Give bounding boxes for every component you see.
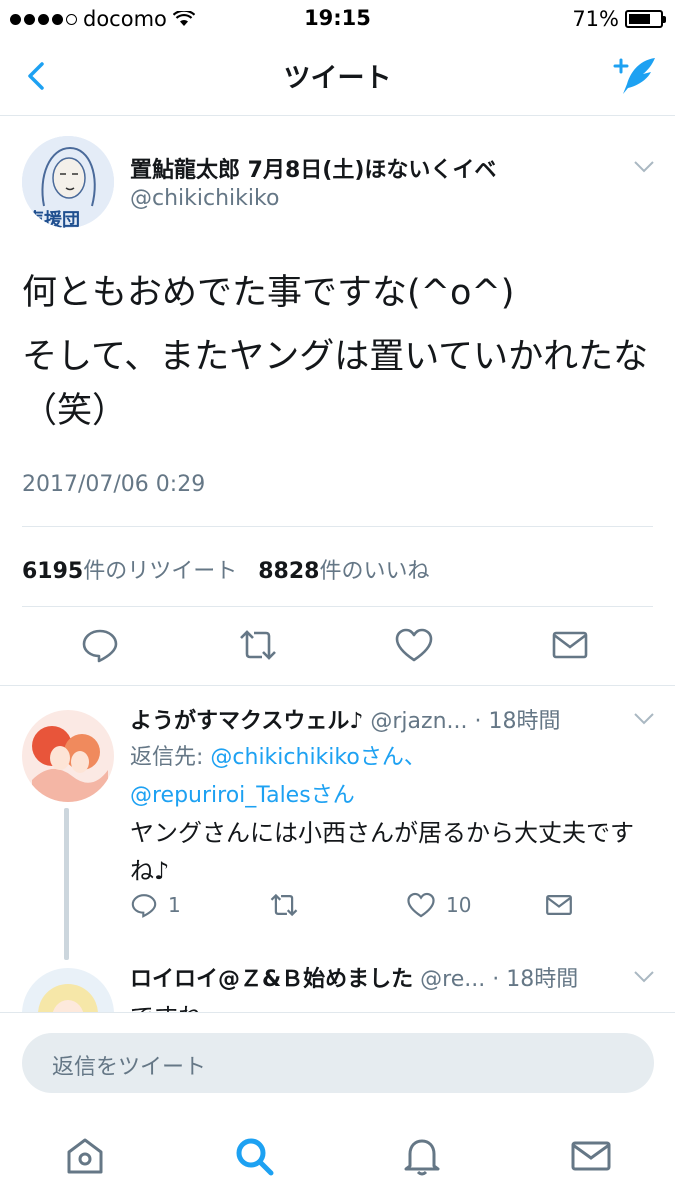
- retweet-icon[interactable]: [238, 626, 278, 664]
- reply-count: 1: [168, 893, 181, 917]
- reply-to-prefix: 返信先:: [130, 745, 211, 770]
- compose-tweet-icon[interactable]: [611, 54, 659, 98]
- reply-header: ようがすマクスウェル♪ @rjazn... · 18時間: [130, 703, 560, 735]
- like-label: 件のいいね: [319, 559, 430, 584]
- tweet-text-line: そして、またヤングは置いていかれたな（笑）: [22, 337, 649, 431]
- mention-link[interactable]: @chikichikiko: [210, 745, 359, 770]
- reply-text: ですねｗｗｗ: [130, 998, 650, 1012]
- thread-line: [64, 808, 69, 960]
- chevron-down-icon[interactable]: [633, 160, 655, 174]
- tweet-actions: [0, 606, 675, 684]
- status-bar: docomo 19:15 71%: [0, 0, 675, 38]
- avatar-illustration: [22, 968, 114, 1012]
- battery-status: 71%: [572, 7, 666, 31]
- author-handle[interactable]: @chikichikiko: [130, 186, 279, 211]
- nav-bar: ツイート: [0, 38, 675, 116]
- tab-bar: [0, 1112, 675, 1200]
- messages-icon[interactable]: [569, 1134, 613, 1178]
- battery-percent: 71%: [572, 7, 619, 31]
- reply-text: ヤングさんには小西さんが居るから大丈夫ですね♪: [130, 819, 634, 885]
- like-count: 8828: [258, 559, 320, 584]
- like-icon: [407, 892, 435, 918]
- message-icon: [546, 895, 572, 915]
- battery-icon: [625, 10, 666, 28]
- reply-to: 返信先: @chikichikikoさん、 @repuriroi_Talesさん: [130, 739, 426, 815]
- mention-suffix: さん、: [359, 745, 426, 770]
- tweet-timestamp: 2017/07/06 0:29: [22, 472, 206, 497]
- reply-actions: 1 10: [130, 891, 650, 927]
- reply-header: ロイロイ@Ｚ&Ｂ始めました @re... · 18時間: [130, 961, 578, 993]
- mention-suffix: さん: [310, 783, 355, 808]
- reply-meta: @re... · 18時間: [413, 967, 579, 992]
- author-name[interactable]: 置鮎龍太郎 7月8日(土)ほないくイベ: [130, 152, 496, 184]
- reply-button[interactable]: 1: [130, 891, 181, 919]
- reply-icon: [131, 894, 157, 918]
- divider: [22, 526, 653, 527]
- message-button[interactable]: [544, 891, 574, 919]
- home-icon[interactable]: [63, 1134, 107, 1178]
- avatar[interactable]: [22, 710, 114, 802]
- divider: [0, 685, 675, 686]
- avatar[interactable]: 声援団: [22, 136, 114, 228]
- tweet-text: 何ともおめでた事ですな(^o^) そして、またヤングは置いていかれたな（笑）: [22, 266, 662, 448]
- like-icon[interactable]: [394, 626, 434, 664]
- mention-link[interactable]: @repuriroi_Tales: [130, 783, 311, 808]
- reply-meta: @rjazn... · 18時間: [363, 709, 561, 734]
- search-icon[interactable]: [232, 1134, 276, 1178]
- chevron-down-icon[interactable]: [633, 970, 655, 984]
- reply-icon[interactable]: [80, 626, 120, 664]
- avatar[interactable]: [22, 968, 114, 1012]
- retweet-button[interactable]: [268, 891, 300, 919]
- reply-tweet[interactable]: ロイロイ@Ｚ&Ｂ始めました @re... · 18時間 ですねｗｗｗ: [0, 944, 675, 1012]
- reply-author-name[interactable]: ロイロイ@Ｚ&Ｂ始めました: [130, 967, 413, 992]
- reply-author-name[interactable]: ようがすマクスウェル♪: [130, 709, 363, 734]
- avatar-logo-text: 声援団: [26, 210, 80, 228]
- retweet-label: 件のリツイート: [83, 559, 238, 584]
- retweet-icon: [270, 893, 298, 917]
- reply-input[interactable]: 返信をツイート: [22, 1033, 654, 1093]
- avatar-illustration: [22, 710, 114, 802]
- tweet-text-line: 何ともおめでた事ですな(^o^): [22, 273, 515, 313]
- page-title: ツイート: [283, 63, 392, 94]
- reply-composer: 返信をツイート: [0, 1012, 675, 1112]
- message-icon[interactable]: [550, 626, 590, 664]
- tweet-stats[interactable]: 6195件のリツイート 8828件のいいね: [22, 553, 429, 585]
- notifications-icon[interactable]: [400, 1134, 444, 1178]
- chevron-down-icon[interactable]: [633, 712, 655, 726]
- retweet-count: 6195: [22, 559, 84, 584]
- like-button[interactable]: 10: [406, 891, 471, 919]
- like-count: 10: [446, 893, 472, 917]
